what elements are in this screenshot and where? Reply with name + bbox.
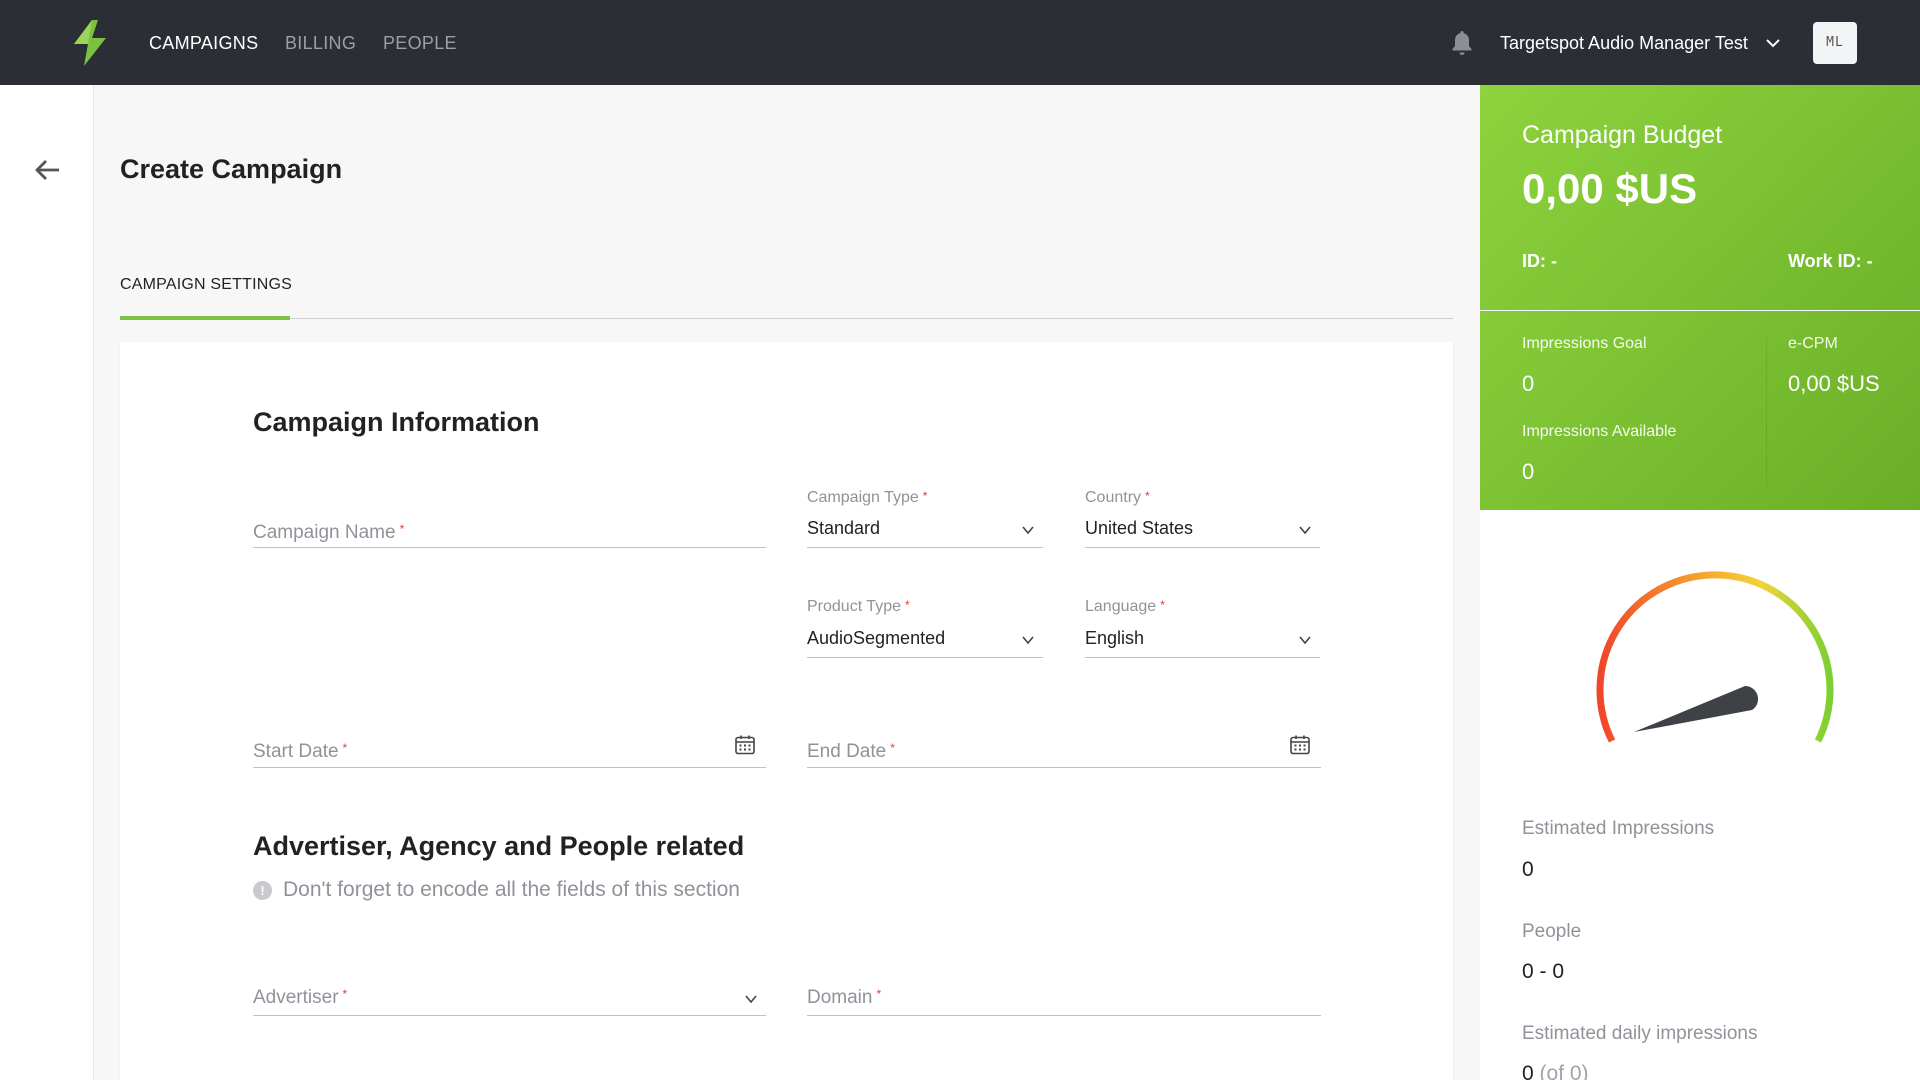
domain-field[interactable]: Domain * — [807, 976, 1321, 1016]
impressions-available-label: Impressions Available — [1522, 423, 1677, 440]
domain-label: Domain * — [807, 987, 882, 1008]
campaign-form-card — [120, 342, 1453, 1080]
daily-impressions-value: 0 (of 0) — [1522, 1062, 1589, 1080]
country-value: United States — [1085, 518, 1194, 538]
campaign-type-label: Campaign Type * — [807, 489, 928, 506]
start-date-field[interactable]: Start Date * — [253, 727, 766, 768]
end-date-field[interactable]: End Date * — [807, 727, 1321, 768]
lightning-bolt-icon[interactable] — [70, 20, 110, 66]
campaign-type-value: Standard — [807, 518, 881, 538]
advertiser-label: Advertiser * — [253, 987, 348, 1008]
left-rail — [0, 85, 94, 1080]
people-value: 0 - 0 — [1522, 960, 1565, 983]
budget-label: Campaign Budget — [1522, 121, 1723, 149]
budget-value: 0,00 $US — [1522, 165, 1698, 212]
page-title: Create Campaign — [120, 154, 343, 184]
campaign-information-title: Campaign Information — [253, 407, 540, 437]
account-name[interactable]: Targetspot Audio Manager Test — [1500, 33, 1748, 54]
ecpm-label: e-CPM — [1788, 335, 1838, 352]
chevron-down-icon — [1022, 636, 1034, 645]
end-date-label: End Date * — [807, 741, 895, 762]
work-id: Work ID: - — [1788, 251, 1873, 271]
chevron-down-icon — [1299, 526, 1311, 535]
language-label: Language * — [1085, 598, 1165, 615]
people-label: People — [1522, 921, 1582, 942]
chevron-down-icon — [1299, 636, 1311, 645]
info-icon: ! — [253, 881, 272, 900]
product-type-value: AudioSegmented — [807, 628, 946, 648]
country-label: Country * — [1085, 489, 1150, 506]
ecpm-value: 0,00 $US — [1788, 371, 1880, 396]
start-date-label: Start Date * — [253, 741, 348, 762]
daily-impressions-sub: (of 0) — [1539, 1062, 1589, 1080]
chevron-down-icon[interactable] — [1765, 35, 1781, 51]
advertiser-section-title: Advertiser, Agency and People related — [253, 831, 745, 861]
chevron-down-icon — [1022, 526, 1034, 535]
bell-icon[interactable] — [1450, 29, 1474, 57]
country-select[interactable]: Country * United States — [1085, 485, 1320, 548]
nav-campaigns[interactable]: CAMPAIGNS — [149, 33, 258, 54]
daily-impressions-label: Estimated daily impressions — [1522, 1023, 1758, 1044]
impressions-goal-value: 0 — [1522, 371, 1535, 396]
stats-divider — [1766, 337, 1767, 487]
nav-people[interactable]: PEOPLE — [383, 33, 457, 54]
product-type-select[interactable]: Product Type * AudioSegmented — [807, 594, 1043, 658]
calendar-icon[interactable] — [1289, 734, 1311, 756]
campaign-name-field[interactable]: Campaign Name * — [253, 508, 766, 548]
estimated-impressions-label: Estimated Impressions — [1522, 818, 1715, 839]
avatar[interactable]: ML — [1813, 22, 1857, 64]
active-tab-indicator — [120, 316, 290, 320]
back-arrow-icon[interactable] — [33, 158, 61, 182]
campaign-name-label: Campaign Name * — [253, 522, 405, 543]
section-hint: Don't forget to encode all the fields of… — [283, 878, 740, 901]
product-type-label: Product Type * — [807, 598, 910, 615]
language-value: English — [1085, 628, 1145, 648]
advertiser-select[interactable]: Advertiser * — [253, 976, 766, 1016]
tabs-divider — [120, 318, 1453, 319]
tab-campaign-settings[interactable]: CAMPAIGN SETTINGS — [120, 276, 292, 294]
estimated-impressions-value: 0 — [1522, 858, 1534, 881]
campaign-id: ID: - — [1522, 251, 1557, 271]
nav-billing[interactable]: BILLING — [285, 33, 356, 54]
impressions-available-value: 0 — [1522, 459, 1535, 484]
campaign-summary-panel: Campaign Budget 0,00 $US ID: - Work ID: … — [1480, 85, 1920, 1080]
impressions-goal-label: Impressions Goal — [1522, 335, 1647, 352]
campaign-type-select[interactable]: Campaign Type * Standard — [807, 485, 1043, 548]
top-nav-bar: CAMPAIGNS BILLING PEOPLE Targetspot Audi… — [0, 0, 1920, 85]
calendar-icon[interactable] — [734, 734, 756, 756]
speedometer-gauge — [1596, 571, 1834, 743]
language-select[interactable]: Language * English — [1085, 594, 1320, 658]
chevron-down-icon — [745, 995, 757, 1004]
